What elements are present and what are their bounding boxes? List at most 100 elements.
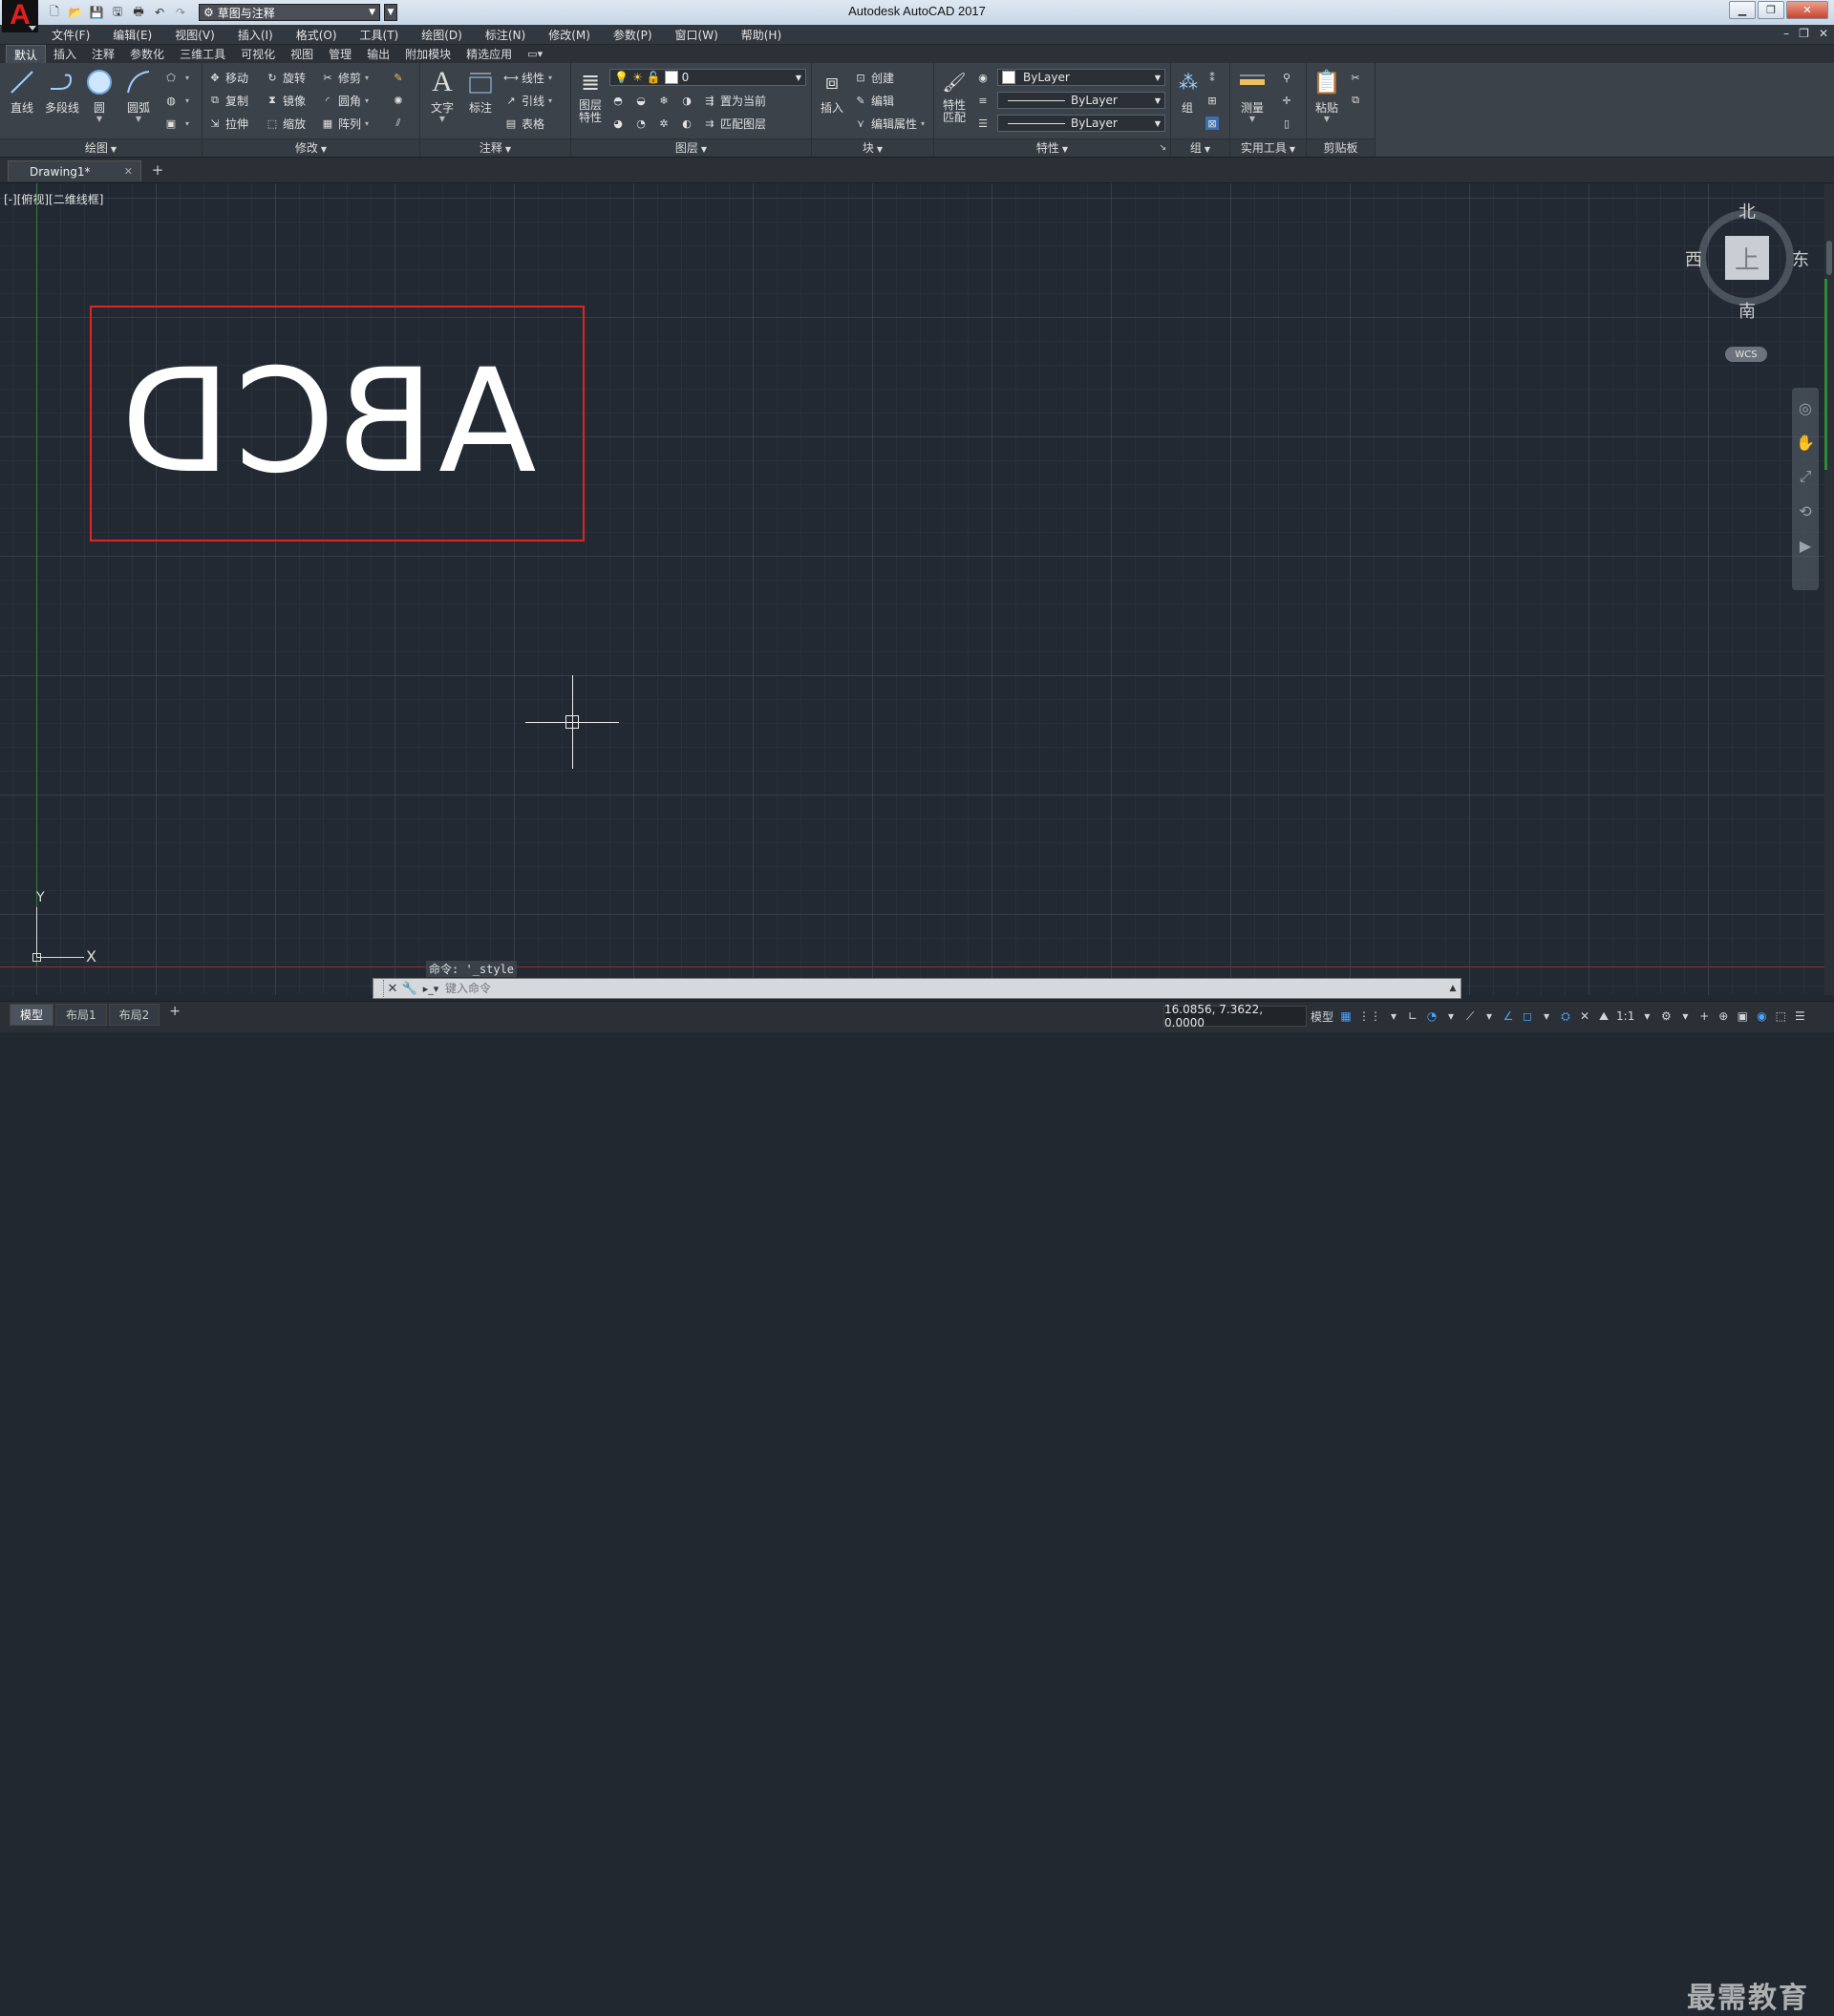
linetype-dropdown[interactable]: ByLayer ▼: [997, 92, 1165, 109]
layer-lock-button[interactable]: ◑: [680, 92, 697, 109]
stretch-button[interactable]: ⇲ 拉伸: [208, 115, 248, 132]
doc-restore-button[interactable]: ❐: [1799, 27, 1809, 40]
point-id-button[interactable]: ✛: [1280, 92, 1297, 109]
minimize-button[interactable]: ▁: [1729, 1, 1756, 19]
viewcube-top-face[interactable]: 上: [1725, 236, 1769, 280]
polyline-button[interactable]: 多段线: [41, 67, 83, 116]
annotation-scale-icon[interactable]: ⛰: [1597, 1009, 1610, 1024]
chevron-down-icon[interactable]: ▾: [1678, 1009, 1692, 1023]
color-dropdown[interactable]: ByLayer ▼: [997, 69, 1165, 86]
chevron-up-icon[interactable]: ▲: [1445, 984, 1461, 993]
chevron-down-icon[interactable]: ▾: [1387, 1009, 1400, 1023]
auto-scale-icon[interactable]: ✕: [1578, 1009, 1591, 1023]
lineweight-button[interactable]: ☰: [976, 115, 993, 132]
doc-close-button[interactable]: ✕: [1819, 27, 1828, 40]
menu-draw[interactable]: 绘图(D): [421, 27, 462, 43]
table-button[interactable]: ▤ 表格: [504, 115, 544, 132]
pan-hand-icon[interactable]: ✋: [1796, 432, 1815, 453]
polygon-button[interactable]: ⬠ ▾: [164, 69, 189, 86]
object-snap-tracking-icon[interactable]: ∠: [1502, 1009, 1515, 1023]
workspace-gear-icon[interactable]: ⚙: [1659, 1009, 1673, 1023]
command-line-grip[interactable]: [375, 980, 384, 997]
layer-dropdown[interactable]: 💡 ☀ 🔓 0 ▼: [609, 69, 806, 86]
annotation-visibility-icon[interactable]: ⛭: [1559, 1009, 1572, 1024]
tab-layout2[interactable]: 布局2: [108, 1004, 160, 1026]
create-block-button[interactable]: ⊡ 创建: [854, 69, 894, 86]
tab-model[interactable]: 模型: [10, 1004, 54, 1026]
tab-featured-apps[interactable]: 精选应用: [458, 45, 520, 63]
explode-button[interactable]: ✺: [392, 92, 409, 109]
panel-utilities-title[interactable]: 实用工具 ▼: [1230, 138, 1306, 157]
showmotion-icon[interactable]: ▶: [1796, 535, 1815, 556]
panel-properties-title[interactable]: 特性 ▼ ↘: [934, 138, 1170, 157]
close-icon[interactable]: ✕: [124, 165, 133, 178]
array-button[interactable]: ▦ 阵列 ▾: [321, 115, 369, 132]
tab-addins[interactable]: 附加模块: [397, 45, 458, 63]
layer-on-button[interactable]: ◕: [611, 115, 629, 132]
menu-format[interactable]: 格式(O): [296, 27, 337, 43]
customize-menu-icon[interactable]: ☰: [1793, 1009, 1806, 1023]
close-button[interactable]: ✕: [1786, 1, 1828, 19]
layer-properties-button[interactable]: ≣ 图层 特性: [573, 67, 608, 124]
add-layout-button[interactable]: +: [161, 1004, 188, 1026]
scroll-thumb[interactable]: [1826, 241, 1832, 275]
chevron-down-icon[interactable]: ▾: [1540, 1009, 1553, 1023]
menu-help[interactable]: 帮助(H): [741, 27, 781, 43]
color-wheel-button[interactable]: ◉: [976, 69, 993, 86]
rotate-button[interactable]: ↻ 旋转: [266, 69, 306, 86]
new-tab-button[interactable]: +: [147, 160, 168, 180]
panel-draw-title[interactable]: 绘图 ▼: [0, 138, 202, 157]
annotation-scale-value[interactable]: 1:1: [1616, 1009, 1634, 1023]
tab-3d-tools[interactable]: 三维工具: [172, 45, 233, 63]
paste-button[interactable]: 📋 粘贴 ▼: [1309, 67, 1345, 123]
application-menu-button[interactable]: A: [2, 0, 38, 32]
tab-visualize[interactable]: 可视化: [233, 45, 283, 63]
linetype-button[interactable]: ≡: [976, 92, 993, 109]
hatch-button[interactable]: ◍ ▾: [164, 92, 189, 109]
linear-dim-button[interactable]: ⟷ 线性 ▾: [503, 69, 552, 86]
menu-parametric[interactable]: 参数(P): [613, 27, 652, 43]
trim-button[interactable]: ✂ 修剪 ▾: [321, 69, 369, 86]
match-layer-button[interactable]: ⇉ 匹配图层: [703, 115, 766, 132]
edit-attributes-button[interactable]: ⋎ 编辑属性 ▾: [854, 115, 925, 132]
lineweight-dropdown[interactable]: ByLayer ▼: [997, 115, 1165, 132]
layer-unlock-button[interactable]: ◐: [680, 115, 697, 132]
tab-output[interactable]: 输出: [359, 45, 397, 63]
steering-wheel-icon[interactable]: ◎: [1796, 397, 1815, 418]
units-icon[interactable]: ⊕: [1717, 1009, 1730, 1023]
close-icon[interactable]: ✕: [384, 980, 401, 997]
move-button[interactable]: ✥ 移动: [208, 69, 248, 86]
insert-block-button[interactable]: ⧈ 插入: [814, 67, 850, 116]
drawing-canvas[interactable]: [-][俯视][二维线框] ABCD Y X 上 北 南 东 西 WCS ◎ ✋…: [0, 183, 1824, 995]
panel-block-title[interactable]: 块 ▼: [812, 138, 933, 157]
menu-file[interactable]: 文件(F): [52, 27, 90, 43]
chevron-down-icon[interactable]: ▾: [1444, 1009, 1458, 1023]
tab-manage[interactable]: 管理: [321, 45, 359, 63]
model-space-button[interactable]: 模型: [1311, 1008, 1333, 1025]
compass-north[interactable]: 北: [1738, 199, 1756, 223]
copy-clip-button[interactable]: ⧉: [1349, 92, 1366, 109]
chevron-down-icon[interactable]: ▾: [1640, 1009, 1653, 1023]
circle-button[interactable]: 圆 ▼: [81, 67, 117, 123]
menu-insert[interactable]: 插入(I): [238, 27, 273, 43]
layer-thaw-button[interactable]: ✲: [657, 115, 674, 132]
fillet-button[interactable]: ◜ 圆角 ▾: [321, 92, 369, 109]
arc-button[interactable]: 圆弧 ▼: [120, 67, 157, 123]
object-snap-icon[interactable]: ◻: [1521, 1009, 1534, 1023]
coordinate-display[interactable]: 16.0856, 7.3622, 0.0000: [1163, 1003, 1307, 1029]
mirror-button[interactable]: ⧗ 镜像: [266, 92, 306, 109]
leader-button[interactable]: ↗ 引线 ▾: [504, 92, 552, 109]
group-button[interactable]: ⁂ 组: [1173, 67, 1202, 116]
grid-icon[interactable]: ▦: [1339, 1009, 1353, 1023]
layer-freeze-button[interactable]: ❄: [657, 92, 674, 109]
tab-home[interactable]: 默认: [6, 45, 47, 63]
command-input[interactable]: [443, 979, 1445, 998]
boundary-button[interactable]: ▣ ▾: [164, 115, 189, 132]
panel-annotation-title[interactable]: 注释 ▼: [420, 138, 570, 157]
menu-modify[interactable]: 修改(M): [548, 27, 590, 43]
compass-east[interactable]: 东: [1792, 246, 1809, 271]
tab-view[interactable]: 视图: [283, 45, 321, 63]
panel-layers-title[interactable]: 图层 ▼: [571, 138, 811, 157]
dimension-button[interactable]: 标注: [462, 67, 499, 116]
polar-tracking-icon[interactable]: ◔: [1425, 1009, 1439, 1023]
